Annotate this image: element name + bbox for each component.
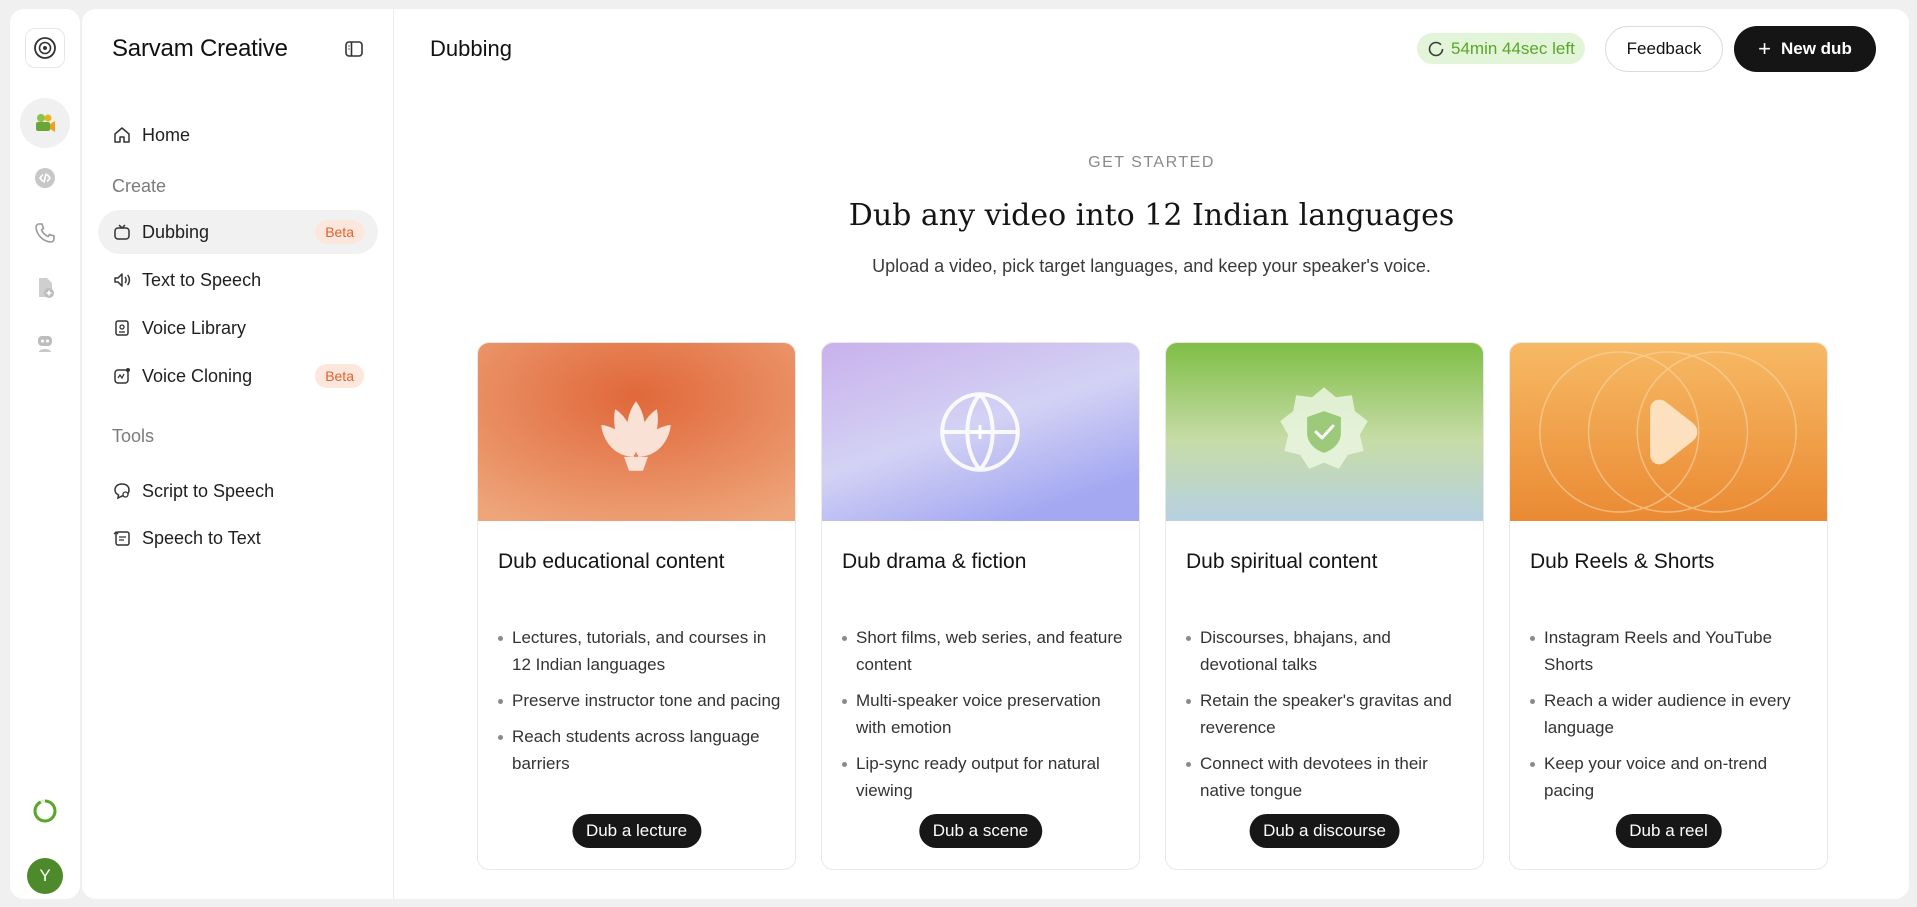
document-plus-icon[interactable] — [20, 263, 70, 313]
beta-badge: Beta — [315, 220, 364, 244]
lotus-icon — [601, 401, 671, 471]
sidebar-item-voice-cloning[interactable]: Voice Cloning Beta — [98, 354, 378, 398]
dub-discourse-button[interactable]: Dub a discourse — [1249, 814, 1400, 848]
card-reels[interactable]: Dub Reels & Shorts Instagram Reels and Y… — [1509, 342, 1828, 870]
sidebar-item-label: Voice Cloning — [142, 365, 253, 386]
sidebar-item-label: Voice Library — [142, 317, 247, 338]
shield-check-icon — [1280, 387, 1368, 469]
code-icon[interactable] — [20, 153, 70, 203]
sidebar-item-script-to-speech[interactable]: Script to Speech — [98, 469, 378, 513]
clone-icon — [112, 366, 132, 386]
book-icon — [112, 318, 132, 338]
globe-icon — [940, 392, 1020, 472]
section-tools-label: Tools — [112, 426, 155, 446]
card-title: Dub drama & fiction — [842, 550, 1027, 573]
sidebar-toggle-icon[interactable] — [342, 37, 366, 61]
eyebrow-label: GET STARTED — [1088, 154, 1215, 171]
new-dub-button[interactable]: + New dub — [1734, 26, 1876, 72]
play-icon — [1650, 399, 1698, 465]
sidebar: Sarvam Creative Home Create Dubbing Beta — [82, 9, 394, 899]
speaker-icon — [112, 270, 132, 290]
card-spiritual[interactable]: Dub spiritual content Discourses, bhajan… — [1165, 342, 1484, 870]
sidebar-item-label: Dubbing — [142, 221, 210, 242]
list-item: Preserve instructor tone and pacing — [498, 687, 783, 714]
card-image — [1510, 343, 1827, 521]
card-title: Dub spiritual content — [1186, 550, 1378, 573]
transcript-icon — [112, 528, 132, 548]
list-item: Instagram Reels and YouTube Shorts — [1530, 624, 1815, 678]
card-bullets: Lectures, tutorials, and courses in 12 I… — [498, 624, 783, 786]
beta-badge: Beta — [315, 364, 364, 388]
chat-icon — [112, 481, 132, 501]
dub-reel-button[interactable]: Dub a reel — [1615, 814, 1722, 848]
hero-title: Dub any video into 12 Indian languages — [848, 198, 1455, 233]
list-item: Short films, web series, and feature con… — [842, 624, 1127, 678]
sidebar-item-text-to-speech[interactable]: Text to Speech — [98, 258, 378, 302]
sidebar-item-label: Speech to Text — [142, 527, 261, 548]
list-item: Lip-sync ready output for natural viewin… — [842, 750, 1127, 804]
card-image — [1166, 343, 1483, 521]
card-image — [822, 343, 1139, 521]
card-drama[interactable]: Dub drama & fiction Short films, web ser… — [821, 342, 1140, 870]
credits-timer: 54min 44sec left — [1417, 33, 1585, 64]
page-title: Dubbing — [430, 36, 512, 61]
film-camera-icon[interactable] — [20, 98, 70, 148]
app-rail: Y — [10, 9, 80, 899]
sidebar-item-label: Home — [142, 124, 191, 145]
list-item: Connect with devotees in their native to… — [1186, 750, 1471, 804]
sarvam-logo-icon[interactable] — [25, 28, 65, 68]
sidebar-item-home[interactable]: Home — [98, 113, 378, 157]
card-educational[interactable]: Dub educational content Lectures, tutori… — [477, 342, 796, 870]
robot-icon[interactable] — [20, 318, 70, 368]
hero-subtitle: Upload a video, pick target languages, a… — [872, 256, 1431, 276]
list-item: Keep your voice and on-trend pacing — [1530, 750, 1815, 804]
avatar[interactable]: Y — [27, 858, 63, 894]
timer-ring-icon — [1427, 40, 1445, 58]
sidebar-item-speech-to-text[interactable]: Speech to Text — [98, 516, 378, 560]
list-item: Reach a wider audience in every language — [1530, 687, 1815, 741]
feedback-button[interactable]: Feedback — [1605, 26, 1723, 72]
card-title: Dub Reels & Shorts — [1530, 550, 1715, 573]
list-item: Reach students across language barriers — [498, 723, 783, 777]
card-title: Dub educational content — [498, 550, 725, 573]
list-item: Multi-speaker voice preservation with em… — [842, 687, 1127, 741]
main-panel: Sarvam Creative Home Create Dubbing Beta — [82, 9, 1909, 899]
card-bullets: Short films, web series, and feature con… — [842, 624, 1127, 813]
dub-lecture-button[interactable]: Dub a lecture — [571, 814, 702, 848]
list-item: Retain the speaker's gravitas and revere… — [1186, 687, 1471, 741]
dub-scene-button[interactable]: Dub a scene — [918, 814, 1043, 848]
progress-ring-icon[interactable] — [32, 798, 58, 824]
tv-icon — [112, 222, 132, 242]
card-image — [478, 343, 795, 521]
brand-title: Sarvam Creative — [112, 35, 288, 62]
sidebar-item-label: Script to Speech — [142, 480, 275, 501]
card-bullets: Instagram Reels and YouTube Shorts Reach… — [1530, 624, 1815, 813]
timer-text: 54min 44sec left — [1451, 38, 1575, 58]
card-bullets: Discourses, bhajans, and devotional talk… — [1186, 624, 1471, 813]
section-create-label: Create — [112, 176, 167, 196]
new-dub-label: New dub — [1781, 39, 1852, 58]
sidebar-item-voice-library[interactable]: Voice Library — [98, 306, 378, 350]
sidebar-item-label: Text to Speech — [142, 269, 262, 290]
list-item: Discourses, bhajans, and devotional talk… — [1186, 624, 1471, 678]
list-item: Lectures, tutorials, and courses in 12 I… — [498, 624, 783, 678]
content-area: Dubbing 54min 44sec left Feedback + New … — [394, 9, 1909, 899]
sidebar-item-dubbing[interactable]: Dubbing Beta — [98, 210, 378, 254]
phone-icon[interactable] — [20, 208, 70, 258]
home-icon — [112, 125, 132, 145]
plus-icon: + — [1758, 36, 1771, 61]
